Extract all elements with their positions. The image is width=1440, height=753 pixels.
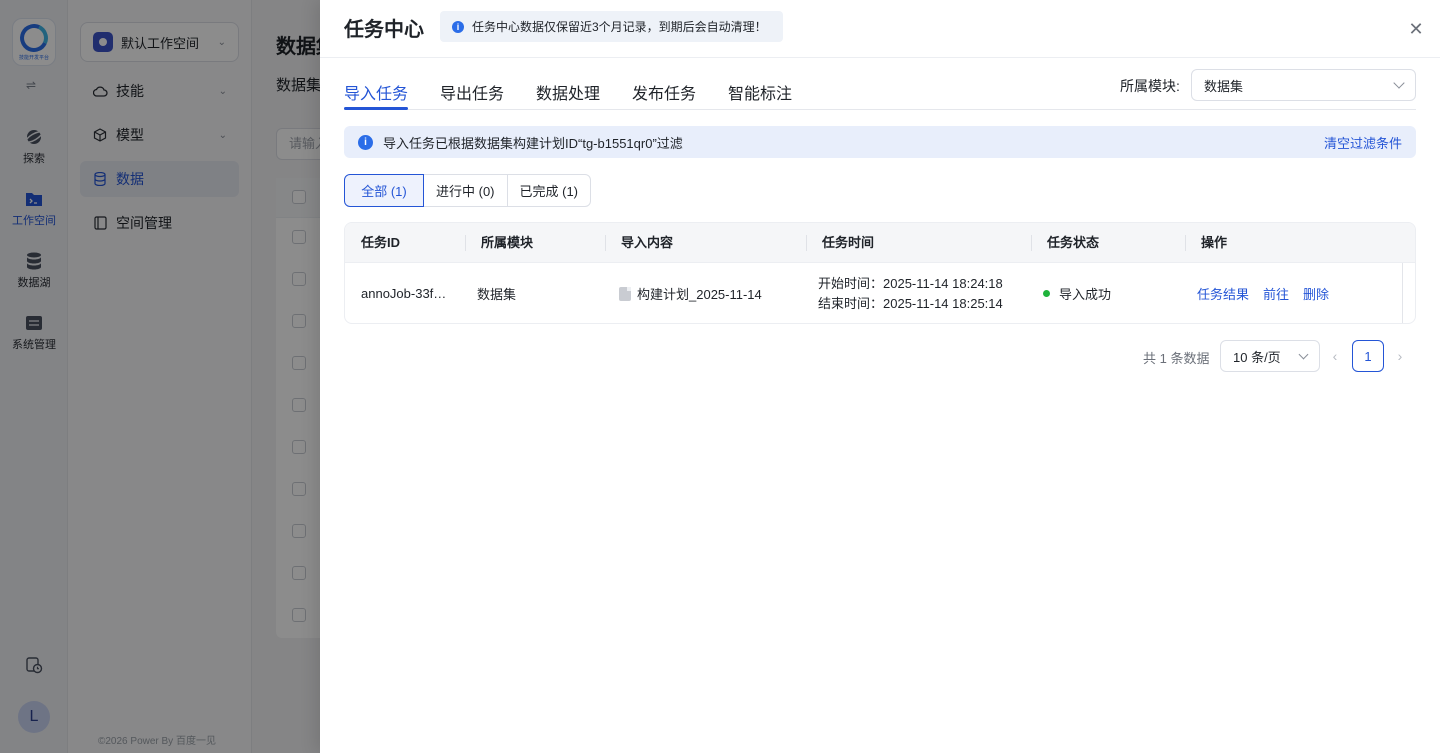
segment-running[interactable]: 进行中 (0)	[423, 174, 508, 207]
col-content: 导入内容	[605, 223, 806, 263]
chevron-down-icon	[1393, 77, 1405, 89]
active-tab-indicator	[344, 107, 408, 110]
tab-smart-annotation[interactable]: 智能标注	[728, 80, 792, 104]
col-module: 所属模块	[465, 223, 605, 263]
page-size-select[interactable]: 10 条/页	[1220, 340, 1320, 372]
table-row: annoJob-33f… 数据集 构建计划_2025-11-14 开始时间：20…	[345, 263, 1415, 323]
prev-page-icon[interactable]: ‹	[1326, 346, 1344, 366]
table-scrollbar[interactable]	[1402, 263, 1403, 323]
page-size-value: 10 条/页	[1233, 349, 1281, 365]
clear-filter-link[interactable]: 清空过滤条件	[1324, 133, 1402, 152]
module-select[interactable]: 数据集	[1191, 69, 1416, 101]
info-icon: i	[452, 20, 464, 33]
filter-alert: i 导入任务已根据数据集构建计划ID“tg-b1551qr0”过滤 清空过滤条件	[344, 126, 1416, 158]
tab-import[interactable]: 导入任务	[344, 80, 408, 104]
col-actions: 操作	[1185, 223, 1402, 263]
delete-link[interactable]: 删除	[1303, 284, 1329, 303]
retention-notice-text: 任务中心数据仅保留近3个月记录，到期后会自动清理！	[472, 20, 767, 34]
task-id-cell: annoJob-33f…	[361, 286, 447, 301]
import-task-table: 任务ID 所属模块 导入内容 任务时间 任务状态 操作 annoJob-33f……	[344, 222, 1416, 324]
chevron-down-icon	[1298, 349, 1309, 359]
goto-link[interactable]: 前往	[1263, 284, 1289, 303]
col-status: 任务状态	[1031, 223, 1185, 263]
segment-all[interactable]: 全部 (1)	[344, 174, 424, 207]
table-header: 任务ID 所属模块 导入内容 任务时间 任务状态 操作	[345, 223, 1415, 263]
close-icon[interactable]: ✕	[1406, 19, 1426, 39]
col-time: 任务时间	[806, 223, 1031, 263]
module-filter-label: 所属模块:	[1120, 78, 1180, 94]
tab-publish[interactable]: 发布任务	[632, 80, 696, 104]
status-badge: 导入成功	[1059, 287, 1112, 302]
time-cell: 开始时间：2025-11-14 18:24:18 结束时间：2025-11-14…	[802, 263, 1027, 323]
task-result-link[interactable]: 任务结果	[1197, 284, 1249, 303]
content-cell: 构建计划_2025-11-14	[603, 263, 804, 323]
tab-data-processing[interactable]: 数据处理	[536, 80, 600, 104]
start-time: 开始时间：2025-11-14 18:24:18	[818, 275, 1003, 291]
segment-finished[interactable]: 已完成 (1)	[506, 174, 592, 207]
total-count: 共 1 条数据	[1143, 351, 1210, 366]
page-button[interactable]: 1	[1352, 340, 1384, 372]
actions-cell: 任务结果 前往 删除	[1181, 263, 1398, 323]
retention-notice: i 任务中心数据仅保留近3个月记录，到期后会自动清理！	[440, 11, 783, 42]
drawer-header: 任务中心 i 任务中心数据仅保留近3个月记录，到期后会自动清理！ ✕	[320, 0, 1440, 58]
info-icon: i	[358, 134, 373, 150]
task-center-drawer: 任务中心 i 任务中心数据仅保留近3个月记录，到期后会自动清理！ ✕ 导入任务 …	[320, 0, 1440, 753]
drawer-title: 任务中心	[344, 19, 424, 41]
content-text: 构建计划_2025-11-14	[637, 287, 762, 302]
pagination: 共 1 条数据 10 条/页 ‹ 1 ›	[320, 340, 1440, 372]
status-cell: 导入成功	[1027, 263, 1181, 323]
next-page-icon[interactable]: ›	[1391, 346, 1409, 366]
end-time: 结束时间：2025-11-14 18:25:14	[818, 295, 1003, 311]
col-task-id: 任务ID	[361, 235, 401, 250]
tab-export[interactable]: 导出任务	[440, 80, 504, 104]
module-cell: 数据集	[477, 287, 517, 302]
module-select-value: 数据集	[1204, 78, 1244, 94]
filter-alert-text: 导入任务已根据数据集构建计划ID“tg-b1551qr0”过滤	[383, 135, 683, 151]
status-dot	[1043, 290, 1050, 297]
status-segmented: 全部 (1) 进行中 (0) 已完成 (1)	[344, 174, 592, 207]
file-icon	[619, 286, 631, 301]
